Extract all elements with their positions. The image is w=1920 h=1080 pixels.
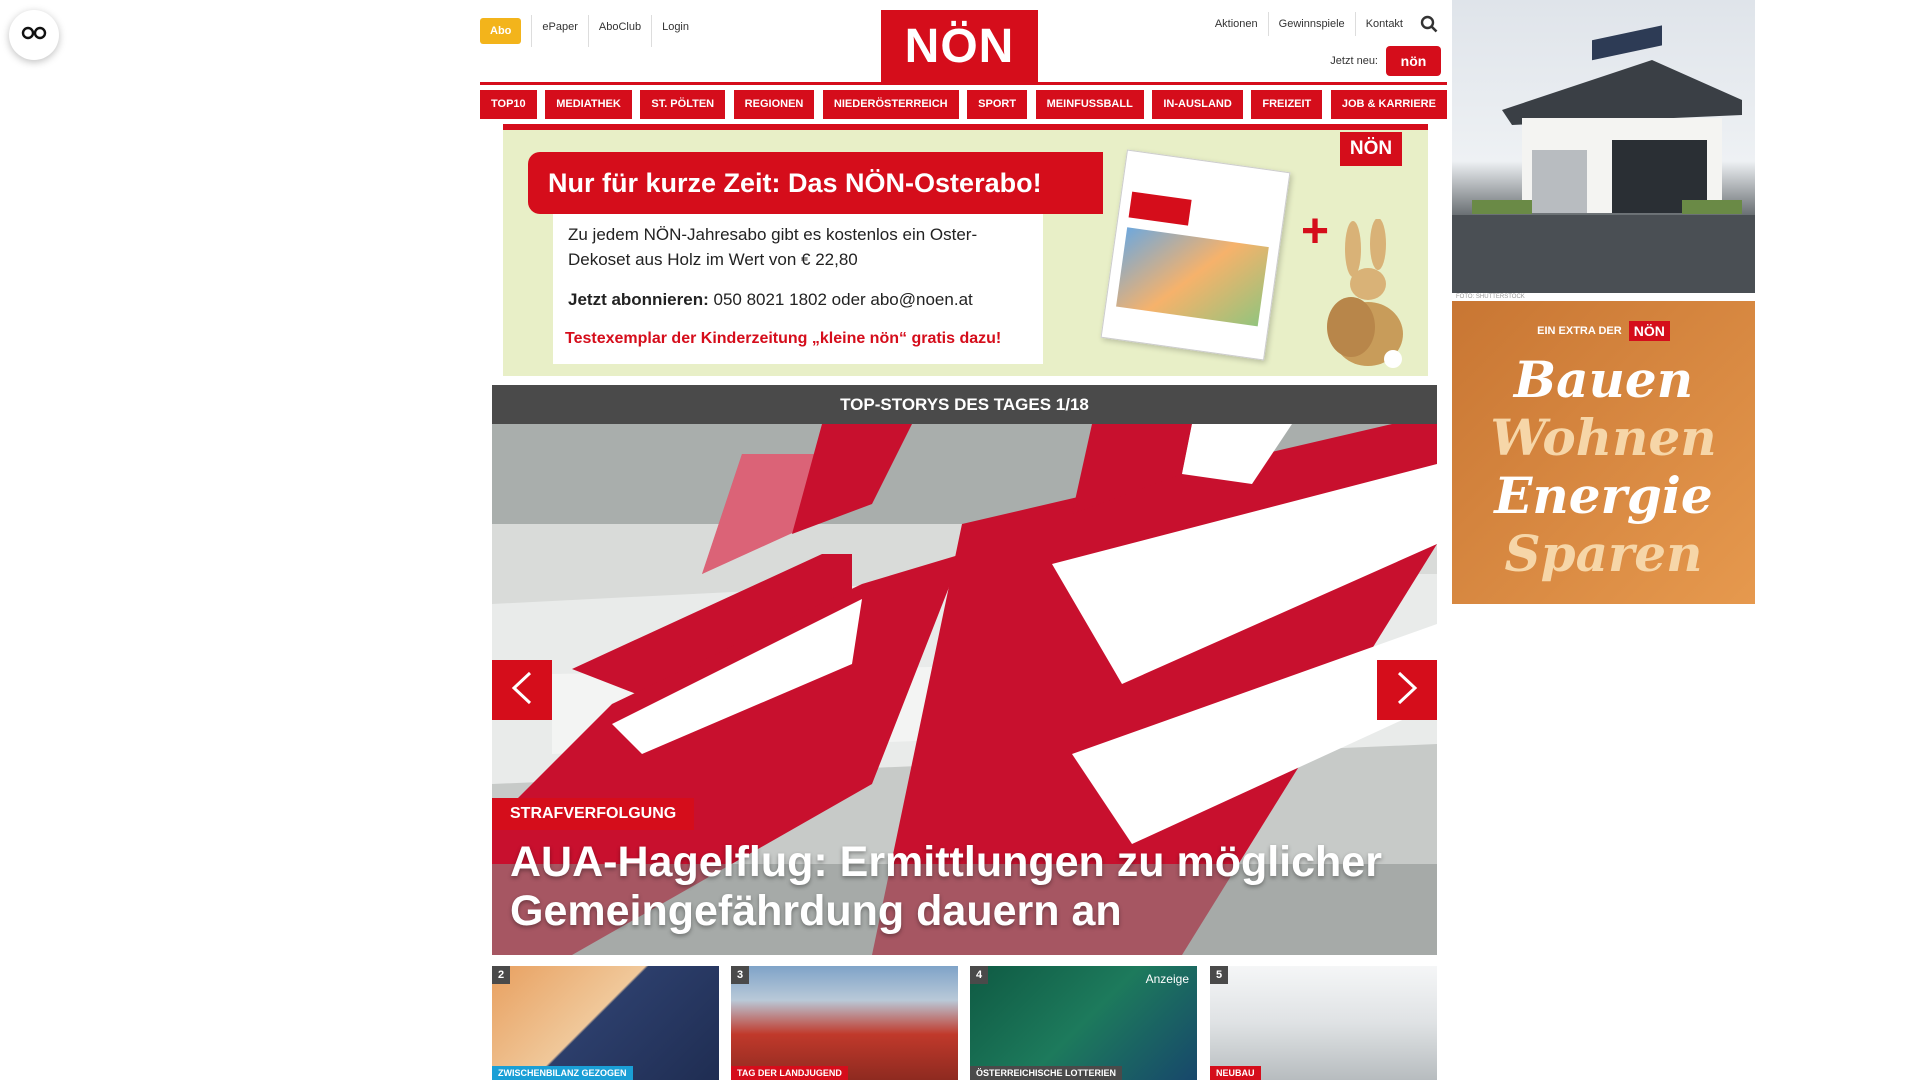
bauen-advertisement[interactable]: EIN EXTRA DER NÖN Bauen Wohnen Energie S… bbox=[1452, 301, 1755, 604]
promo-box: Zu jedem NÖN-Jahresabo gibt es kostenlos… bbox=[553, 214, 1043, 364]
hero-story[interactable]: STRAFVERFOLGUNG AUA-Hagelflug: Ermittlun… bbox=[492, 424, 1437, 955]
top-links: Abo ePaper AboClub Login bbox=[480, 15, 699, 47]
thumb-category: NEUBAU bbox=[1210, 1066, 1261, 1080]
thumb-number: 2 bbox=[492, 966, 510, 984]
jetzt-neu: Jetzt neu: nön bbox=[1330, 46, 1441, 76]
story-thumbnails: 2 ZWISCHENBILANZ GEZOGEN 3 TAG DER LANDJ… bbox=[492, 966, 1437, 1080]
ad-words: Bauen Wohnen Energie Sparen bbox=[1452, 351, 1755, 583]
hero-category-tag[interactable]: STRAFVERFOLGUNG bbox=[492, 798, 695, 830]
story-thumb-2[interactable]: 2 ZWISCHENBILANZ GEZOGEN bbox=[492, 966, 719, 1080]
epaper-link[interactable]: ePaper bbox=[531, 15, 587, 47]
nav-item-regionen[interactable]: REGIONEN bbox=[733, 90, 815, 119]
previous-arrow-button[interactable] bbox=[492, 660, 552, 720]
house-advertisement[interactable] bbox=[1452, 0, 1755, 293]
abo-button[interactable]: Abo bbox=[480, 18, 522, 44]
accessibility-button[interactable] bbox=[9, 10, 59, 60]
promo-logo: NÖN bbox=[1340, 132, 1402, 166]
nav-item-st-poelten[interactable]: ST. PÖLTEN bbox=[640, 90, 726, 119]
nav-divider bbox=[480, 82, 1447, 85]
jetzt-neu-label: Jetzt neu: bbox=[1330, 55, 1378, 67]
ad-word-wohnen: Wohnen bbox=[1490, 408, 1717, 467]
magazine-image bbox=[1100, 149, 1291, 361]
nav-item-top10[interactable]: TOP10 bbox=[480, 90, 537, 119]
chevron-right-icon bbox=[1395, 671, 1419, 710]
aktionen-link[interactable]: Aktionen bbox=[1205, 12, 1268, 36]
ad-word-bauen: Bauen bbox=[1513, 350, 1694, 409]
gewinnspiele-link[interactable]: Gewinnspiele bbox=[1267, 12, 1355, 36]
promo-topbar bbox=[503, 124, 1428, 130]
thumb-number: 3 bbox=[731, 966, 749, 984]
story-thumb-4[interactable]: 4 Anzeige ÖSTERREICHISCHE LOTTERIEN bbox=[970, 966, 1197, 1080]
search-icon[interactable] bbox=[1417, 12, 1441, 36]
next-arrow-button[interactable] bbox=[1377, 660, 1437, 720]
kontakt-link[interactable]: Kontakt bbox=[1354, 12, 1413, 36]
story-thumb-3[interactable]: 3 TAG DER LANDJUGEND bbox=[731, 966, 958, 1080]
main-nav: TOP10 MEDIATHEK ST. PÖLTEN REGIONEN NIED… bbox=[480, 90, 1447, 119]
ad-noen-logo: NÖN bbox=[1628, 321, 1670, 341]
glasses-icon bbox=[21, 26, 47, 45]
hero-headline[interactable]: AUA-Hagelflug: Ermittlungen zu möglicher… bbox=[510, 838, 1420, 936]
story-thumb-5[interactable]: 5 NEUBAU bbox=[1210, 966, 1437, 1080]
kleine-noen-logo[interactable]: nön bbox=[1386, 46, 1441, 76]
thumb-number: 5 bbox=[1210, 966, 1228, 984]
thumb-anzeige-label: Anzeige bbox=[1145, 972, 1189, 986]
site-header: Abo ePaper AboClub Login NÖN Aktionen Ge… bbox=[480, 0, 1441, 86]
thumb-number: 4 bbox=[970, 966, 988, 984]
nav-item-meinfussball[interactable]: MEINFUSSBALL bbox=[1035, 90, 1144, 119]
ad-photo-caption: FOTO: SHUTTERSTOCK bbox=[1456, 294, 1525, 300]
thumb-category: ZWISCHENBILANZ GEZOGEN bbox=[492, 1066, 633, 1080]
aboclub-link[interactable]: AboClub bbox=[587, 15, 651, 47]
thumb-category: ÖSTERREICHISCHE LOTTERIEN bbox=[970, 1066, 1123, 1080]
ad-word-sparen: Sparen bbox=[1504, 524, 1703, 583]
site-logo[interactable]: NÖN bbox=[881, 10, 1038, 83]
right-links: Aktionen Gewinnspiele Kontakt bbox=[1205, 12, 1441, 36]
promo-red-text: Testexemplar der Kinderzeitung „kleine n… bbox=[565, 330, 1002, 347]
thumb-category: TAG DER LANDJUGEND bbox=[731, 1066, 848, 1080]
ad-word-energie: Energie bbox=[1494, 466, 1713, 525]
chevron-left-icon bbox=[510, 671, 534, 710]
promo-text: Zu jedem NÖN-Jahresabo gibt es kostenlos… bbox=[568, 225, 978, 269]
nav-item-sport[interactable]: SPORT bbox=[967, 90, 1028, 119]
nav-item-mediathek[interactable]: MEDIATHEK bbox=[545, 90, 632, 119]
nav-item-niederoesterreich[interactable]: NIEDERÖSTERREICH bbox=[822, 90, 959, 119]
ad-extra-label: EIN EXTRA DER NÖN bbox=[1452, 321, 1755, 341]
login-link[interactable]: Login bbox=[651, 15, 699, 47]
ad-extra-text: EIN EXTRA DER bbox=[1537, 324, 1622, 337]
promo-contact-label: Jetzt abonnieren: bbox=[568, 290, 709, 309]
promo-headline: Nur für kurze Zeit: Das NÖN-Osterabo! bbox=[528, 152, 1103, 214]
promo-contact-value: 050 8021 1802 oder abo@noen.at bbox=[713, 290, 973, 309]
nav-item-freizeit[interactable]: FREIZEIT bbox=[1251, 90, 1323, 119]
top-stories-bar: TOP-STORYS DES TAGES 1/18 bbox=[492, 385, 1437, 424]
nav-item-in-ausland[interactable]: IN-AUSLAND bbox=[1152, 90, 1243, 119]
house-image bbox=[1452, 25, 1755, 293]
nav-item-job-karriere[interactable]: JOB & KARRIERE bbox=[1330, 90, 1447, 119]
promo-contact: Jetzt abonnieren: 050 8021 1802 oder abo… bbox=[568, 290, 973, 310]
easter-bunny-image bbox=[1327, 219, 1403, 368]
promo-banner[interactable]: Nur für kurze Zeit: Das NÖN-Osterabo! Zu… bbox=[503, 124, 1428, 376]
